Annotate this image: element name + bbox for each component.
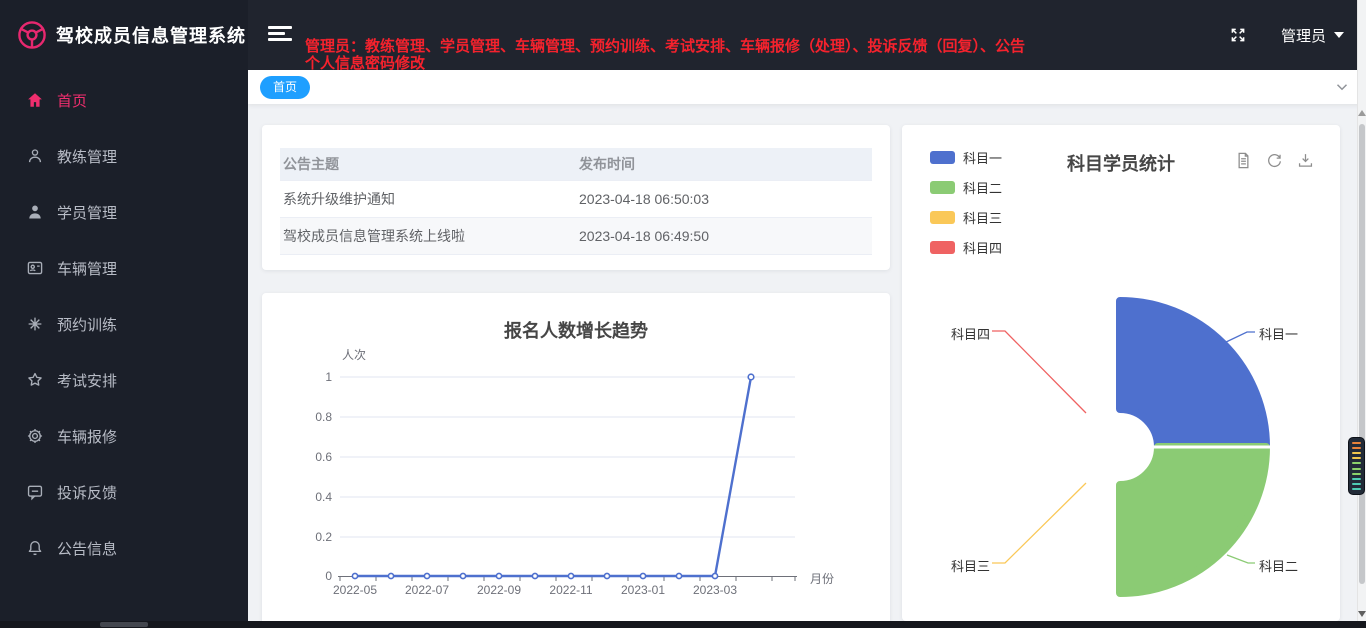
student-icon <box>29 205 41 219</box>
column-header-subject: 公告主题 <box>280 148 576 181</box>
pie-chart-canvas[interactable] <box>902 125 1340 621</box>
user-dropdown[interactable]: 管理员 <box>1281 25 1344 46</box>
pie-slice-subject1[interactable] <box>1116 297 1270 451</box>
label-line-subject4 <box>992 330 1087 414</box>
sidebar-item-label: 车辆管理 <box>57 260 118 278</box>
scroll-marker-widget <box>1348 437 1365 495</box>
menu-fold-button[interactable] <box>268 26 292 44</box>
table-row: 系统升级维护通知 2023-04-18 06:50:03 <box>280 180 872 218</box>
horizontal-scrollbar-thumb[interactable] <box>100 622 148 627</box>
announcement-subject: 系统升级维护通知 <box>280 180 576 218</box>
top-header: 管理员：教练管理、学员管理、车辆管理、预约训练、考试安排、车辆报修（处理）、投诉… <box>248 0 1366 72</box>
sidebar-item-repair[interactable]: 车辆报修 <box>0 408 248 464</box>
sidebar-item-label: 考试安排 <box>57 372 118 390</box>
sidebar-item-label: 学员管理 <box>57 204 118 222</box>
pie-label-subject1: 科目一 <box>1259 327 1299 342</box>
trend-data-points <box>351 373 755 580</box>
booking-icon <box>28 317 42 331</box>
admin-notice: 管理员：教练管理、学员管理、车辆管理、预约训练、考试安排、车辆报修（处理）、投诉… <box>305 38 1115 72</box>
trend-chart-canvas[interactable] <box>262 293 890 621</box>
pie-label-subject3: 科目三 <box>950 559 990 574</box>
announcement-table: 公告主题 发布时间 系统升级维护通知 2023-04-18 06:50:03 驾… <box>280 148 872 255</box>
sidebar-item-exam[interactable]: 考试安排 <box>0 352 248 408</box>
home-icon <box>28 93 42 107</box>
exam-icon <box>28 372 42 386</box>
announcement-time: 2023-04-18 06:49:50 <box>576 217 872 255</box>
app-title: 驾校成员信息管理系统 <box>56 26 246 46</box>
sidebar-item-notice[interactable]: 公告信息 <box>0 520 248 576</box>
pie-chart-card: 科目学员统计 科目一 科目二 科目三 科目四 科目一 科目二 科目四 科目三 <box>902 125 1340 621</box>
horizontal-scrollbar <box>0 621 1366 628</box>
menu-fold-icon <box>268 26 292 29</box>
pie-slice-subject2[interactable] <box>1116 443 1270 597</box>
notice-icon <box>28 541 42 556</box>
sidebar-item-label: 投诉反馈 <box>57 484 118 502</box>
app-root: 驾校成员信息管理系统 首页 教练管理 学员管理 车辆管理 预约训练 考试安排 车… <box>0 0 1366 628</box>
trend-chart-card: 报名人数增长趋势 人次 1 0.8 0.6 0.4 0.2 0 2022-05 … <box>262 293 890 621</box>
announcement-card: 公告主题 发布时间 系统升级维护通知 2023-04-18 06:50:03 驾… <box>262 125 890 270</box>
sidebar-item-booking[interactable]: 预约训练 <box>0 296 248 352</box>
pie-label-subject4: 科目四 <box>950 327 990 342</box>
trend-line-series <box>355 376 753 578</box>
sidebar-item-vehicle[interactable]: 车辆管理 <box>0 240 248 296</box>
main-content: 公告主题 发布时间 系统升级维护通知 2023-04-18 06:50:03 驾… <box>248 104 1366 621</box>
chevron-down-icon[interactable] <box>1332 78 1352 96</box>
sidebar-item-label: 预约训练 <box>57 316 118 334</box>
vertical-scrollbar <box>1357 0 1366 621</box>
sidebar-item-coach[interactable]: 教练管理 <box>0 128 248 184</box>
sidebar-item-label: 教练管理 <box>57 148 118 166</box>
fullscreen-icon[interactable] <box>1229 26 1247 44</box>
menu-fold-icon <box>268 32 285 35</box>
menu-fold-icon <box>268 38 292 41</box>
vehicle-icon <box>27 261 43 275</box>
admin-notice-line2: 个人信息密码修改 <box>305 55 426 72</box>
admin-notice-line1: 管理员：教练管理、学员管理、车辆管理、预约训练、考试安排、车辆报修（处理）、投诉… <box>305 38 1026 55</box>
table-header-row: 公告主题 发布时间 <box>280 148 872 181</box>
sidebar-menu: 首页 教练管理 学员管理 车辆管理 预约训练 考试安排 车辆报修 投诉反馈 公告… <box>0 72 248 576</box>
scroll-down-arrow[interactable] <box>1358 611 1366 617</box>
feedback-icon <box>27 485 43 501</box>
repair-icon <box>27 428 43 444</box>
sidebar-item-home[interactable]: 首页 <box>0 72 248 128</box>
header-right: 管理员 <box>1229 0 1344 70</box>
logo-row: 驾校成员信息管理系统 <box>0 0 248 70</box>
sidebar-item-label: 公告信息 <box>57 540 118 558</box>
sidebar: 驾校成员信息管理系统 首页 教练管理 学员管理 车辆管理 预约训练 考试安排 车… <box>0 0 248 628</box>
user-name: 管理员 <box>1280 27 1326 45</box>
steering-wheel-icon <box>18 21 46 49</box>
table-row: 驾校成员信息管理系统上线啦 2023-04-18 06:49:50 <box>280 217 872 255</box>
label-line-subject3 <box>992 482 1087 564</box>
pie-label-subject2: 科目二 <box>1259 559 1299 574</box>
announcement-time: 2023-04-18 06:50:03 <box>576 180 872 218</box>
caret-down-icon <box>1334 32 1344 38</box>
announcement-subject: 驾校成员信息管理系统上线啦 <box>280 217 576 255</box>
sidebar-item-label: 首页 <box>57 92 88 110</box>
label-line-subject2 <box>1226 554 1255 564</box>
column-header-time: 发布时间 <box>576 148 872 181</box>
sidebar-item-feedback[interactable]: 投诉反馈 <box>0 464 248 520</box>
coach-icon <box>28 149 42 163</box>
label-line-subject1 <box>1223 331 1255 344</box>
scroll-up-arrow[interactable] <box>1358 110 1366 116</box>
vertical-scrollbar-thumb[interactable] <box>1359 124 1365 584</box>
tab-bar: 首页 <box>248 70 1366 104</box>
sidebar-item-student[interactable]: 学员管理 <box>0 184 248 240</box>
tab-home[interactable]: 首页 <box>260 76 311 99</box>
sidebar-item-label: 车辆报修 <box>57 428 118 446</box>
